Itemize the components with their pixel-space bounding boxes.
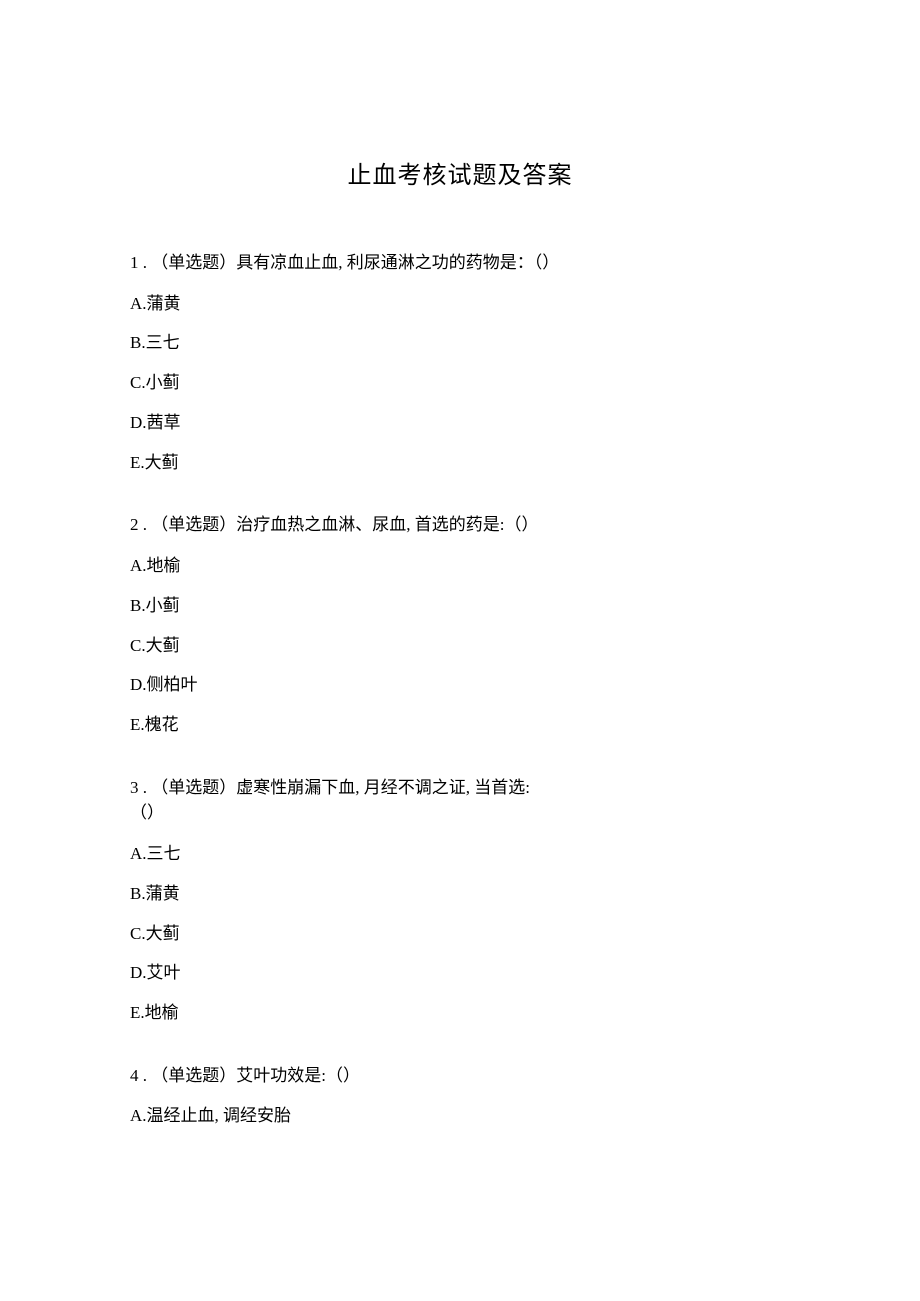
question-1: 1 . （单选题）具有凉血止血, 利尿通淋之功的药物是：（） A.蒲黄 B.三七… (130, 250, 790, 474)
page-title: 止血考核试题及答案 (130, 155, 790, 190)
question-3-stem: 3 . （单选题）虚寒性崩漏下血, 月经不调之证, 当首选: （） (130, 775, 790, 826)
question-3-option-c: C.大蓟 (130, 922, 790, 946)
question-3-body: （单选题）虚寒性崩漏下血, 月经不调之证, 当首选: (151, 778, 530, 797)
question-4-number: 4 . (130, 1066, 147, 1085)
question-2: 2 . （单选题）治疗血热之血淋、尿血, 首选的药是:（） A.地榆 B.小蓟 … (130, 512, 790, 736)
question-3-option-d: D.艾叶 (130, 961, 790, 985)
question-1-body: （单选题）具有凉血止血, 利尿通淋之功的药物是：（） (151, 253, 559, 272)
question-3-number: 3 . (130, 778, 147, 797)
question-4-option-a: A.温经止血, 调经安胎 (130, 1104, 790, 1128)
question-2-option-b: B.小蓟 (130, 594, 790, 618)
question-1-stem: 1 . （单选题）具有凉血止血, 利尿通淋之功的药物是：（） (130, 250, 790, 276)
question-3-stem-line2: （） (130, 803, 164, 822)
question-1-option-b: B.三七 (130, 331, 790, 355)
question-4-body: （单选题）艾叶功效是:（） (151, 1066, 360, 1085)
question-2-option-a: A.地榆 (130, 554, 790, 578)
question-1-option-d: D.茜草 (130, 411, 790, 435)
question-1-option-c: C.小蓟 (130, 371, 790, 395)
question-3: 3 . （单选题）虚寒性崩漏下血, 月经不调之证, 当首选: （） A.三七 B… (130, 775, 790, 1025)
question-3-option-e: E.地榆 (130, 1001, 790, 1025)
question-1-option-e: E.大蓟 (130, 451, 790, 475)
question-2-number: 2 . (130, 515, 147, 534)
question-3-option-a: A.三七 (130, 842, 790, 866)
question-2-stem: 2 . （单选题）治疗血热之血淋、尿血, 首选的药是:（） (130, 512, 790, 538)
question-2-body: （单选题）治疗血热之血淋、尿血, 首选的药是:（） (151, 515, 538, 534)
question-1-option-a: A.蒲黄 (130, 292, 790, 316)
question-1-number: 1 . (130, 253, 147, 272)
question-2-option-c: C.大蓟 (130, 634, 790, 658)
question-4-stem: 4 . （单选题）艾叶功效是:（） (130, 1063, 790, 1089)
question-4: 4 . （单选题）艾叶功效是:（） A.温经止血, 调经安胎 (130, 1063, 790, 1128)
question-3-option-b: B.蒲黄 (130, 882, 790, 906)
question-2-option-d: D.侧柏叶 (130, 673, 790, 697)
question-2-option-e: E.槐花 (130, 713, 790, 737)
